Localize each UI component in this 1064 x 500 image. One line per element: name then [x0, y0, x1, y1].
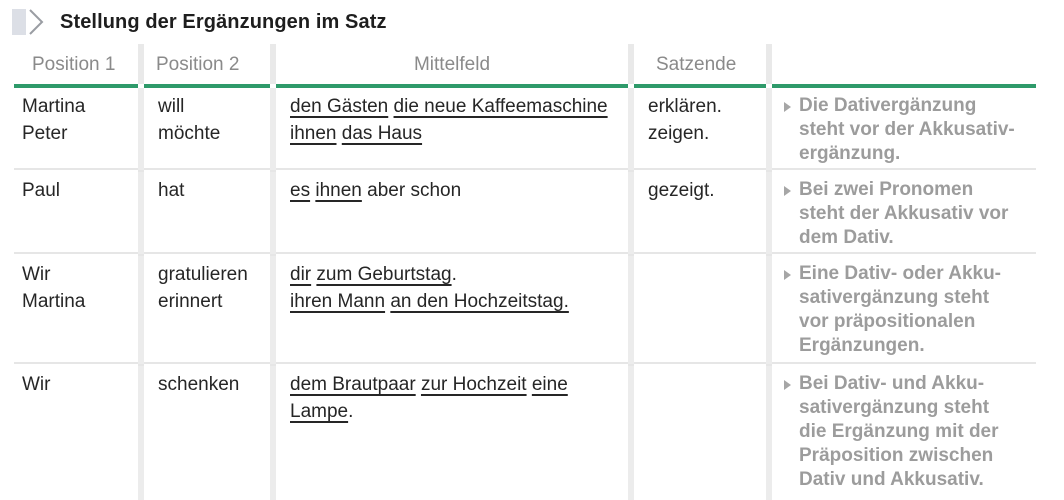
mittelfeld-line: dir zum Geburtstag. — [290, 261, 628, 288]
plain-text: aber schon — [361, 180, 462, 201]
position-2-cell-line: erinnert — [158, 291, 223, 312]
mittelfeld-line: ihnen das Haus — [290, 120, 628, 147]
underlined-complement: an den Hochzeitstag. — [390, 291, 569, 312]
position-2-cell: hat — [144, 172, 270, 254]
position-2-cell-line: möchte — [158, 123, 221, 144]
satzende-cell: gezeigt. — [634, 172, 766, 254]
header-satzende: Satzende — [634, 44, 766, 88]
position-1-cell-line: Paul — [22, 180, 61, 201]
header-position-1: Position 1 — [14, 44, 138, 88]
satzende-cell: erklären. zeigen. — [634, 88, 766, 170]
satzende-cell — [634, 366, 766, 500]
position-2-cell: will möchte — [144, 88, 270, 170]
underlined-complement: die neue Kaffeemaschine — [393, 96, 608, 117]
triangle-right-icon — [784, 186, 791, 196]
grammar-table: Position 1 Position 2 Mittelfeld Satzend… — [14, 44, 1036, 500]
table-header-row: Position 1 Position 2 Mittelfeld Satzend… — [14, 44, 1036, 88]
mittelfeld-cell: dem Brautpaar zur Hochzeit eine Lampe. — [276, 366, 628, 500]
underlined-complement: dir — [290, 264, 312, 285]
rule-note: Die Dativergänzung steht vor der Akkusat… — [784, 94, 1036, 166]
mittelfeld-line: Lampe. — [290, 398, 628, 425]
rule-note: Bei zwei Pronomen steht der Akkusativ vo… — [784, 178, 1036, 250]
rule-note-cell: Die Dativergänzung steht vor der Akkusat… — [772, 88, 1036, 170]
position-1-cell: Paul — [14, 172, 138, 254]
rule-note-cell: Bei zwei Pronomen steht der Akkusativ vo… — [772, 172, 1036, 254]
underlined-complement: zum Geburtstag — [316, 264, 452, 285]
triangle-right-icon — [784, 102, 791, 112]
position-1-cell: Wir — [14, 366, 138, 500]
mittelfeld-cell: den Gästen die neue Kaffeemaschine ihnen … — [276, 88, 628, 170]
rule-note-cell: Eine Dativ- oder Akku- sativergänzung st… — [772, 256, 1036, 364]
mittelfeld-line: dem Brautpaar zur Hochzeit eine — [290, 371, 628, 398]
table-row: Martina Peter will möchte den Gästen die neu… — [14, 88, 1036, 172]
mittelfeld-line: den Gästen die neue Kaffeemaschine — [290, 93, 628, 120]
position-1-cell: Wir Martina — [14, 256, 138, 364]
underlined-complement: zur Hochzeit — [420, 374, 527, 395]
header-note — [772, 44, 1036, 88]
position-2-cell: schenken — [144, 366, 270, 500]
table-row: Wir Martina gratulieren erinnert dir zum Geb… — [14, 256, 1036, 366]
mittelfeld-line: es ihnen aber schon — [290, 177, 628, 204]
position-2-cell: gratulieren erinnert — [144, 256, 270, 364]
rule-note-text: Bei Dativ- und Akku- sativergänzung steh… — [799, 373, 999, 490]
rule-note: Eine Dativ- oder Akku- sativergänzung st… — [784, 262, 1036, 358]
table-row: Wir schenken dem Brautpaar zur Hochzeit ei… — [14, 366, 1030, 500]
triangle-right-icon — [784, 270, 791, 280]
position-2-cell-line: schenken — [158, 374, 240, 395]
rule-note: Bei Dativ- und Akku- sativergänzung steh… — [784, 372, 1036, 492]
page-title: Stellung der Ergänzungen im Satz — [60, 10, 387, 33]
underlined-complement: dem Brautpaar — [290, 374, 416, 395]
rule-note-text: Die Dativergänzung steht vor der Akkusat… — [799, 95, 1015, 164]
table-body: Martina Peter will möchte den Gästen die neu… — [14, 88, 1036, 500]
header-mittelfeld: Mittelfeld — [276, 44, 628, 88]
title-bar: Stellung der Ergänzungen im Satz — [12, 6, 387, 38]
position-1-cell-line: Peter — [22, 123, 68, 144]
plain-text: . — [451, 264, 457, 285]
triangle-right-icon — [784, 380, 791, 390]
table-row: Paul hat es ihnen aber schon gezeigt. Bei zw… — [14, 172, 1036, 256]
satzende-cell — [634, 256, 766, 364]
satzende-cell-line: erklären. — [648, 96, 722, 117]
position-1-cell-line: Wir — [22, 374, 51, 395]
underlined-complement: es — [290, 180, 311, 201]
mittelfeld-line: ihren Mann an den Hochzeitstag. — [290, 288, 628, 315]
underlined-complement: Lampe — [290, 401, 349, 422]
position-1-cell-line: Martina — [22, 291, 86, 312]
mittelfeld-cell: dir zum Geburtstag. ihren Mann an den Hoc… — [276, 256, 628, 364]
plain-text: . — [348, 401, 354, 422]
underlined-complement: ihren Mann — [290, 291, 386, 312]
underlined-complement: das Haus — [341, 123, 423, 144]
position-2-cell-line: will — [158, 96, 185, 117]
position-1-cell-line: Martina — [22, 96, 86, 117]
underlined-complement: ihnen — [290, 123, 337, 144]
position-1-cell-line: Wir — [22, 264, 51, 285]
satzende-cell-line: zeigen. — [648, 123, 710, 144]
rule-note-text: Eine Dativ- oder Akku- sativergänzung st… — [799, 263, 1002, 356]
chevron-right-icon — [12, 9, 44, 35]
position-2-cell-line: hat — [158, 180, 185, 201]
underlined-complement: eine — [531, 374, 568, 395]
position-2-cell-line: gratulieren — [158, 264, 248, 285]
position-1-cell: Martina Peter — [14, 88, 138, 170]
rule-note-text: Bei zwei Pronomen steht der Akkusativ vo… — [799, 179, 1009, 248]
underlined-complement: den Gästen — [290, 96, 389, 117]
mittelfeld-cell: es ihnen aber schon — [276, 172, 628, 254]
satzende-cell-line: gezeigt. — [648, 180, 715, 201]
underlined-complement: ihnen — [315, 180, 362, 201]
rule-note-cell: Bei Dativ- und Akku- sativergänzung steh… — [772, 366, 1036, 500]
header-position-2: Position 2 — [144, 44, 270, 88]
